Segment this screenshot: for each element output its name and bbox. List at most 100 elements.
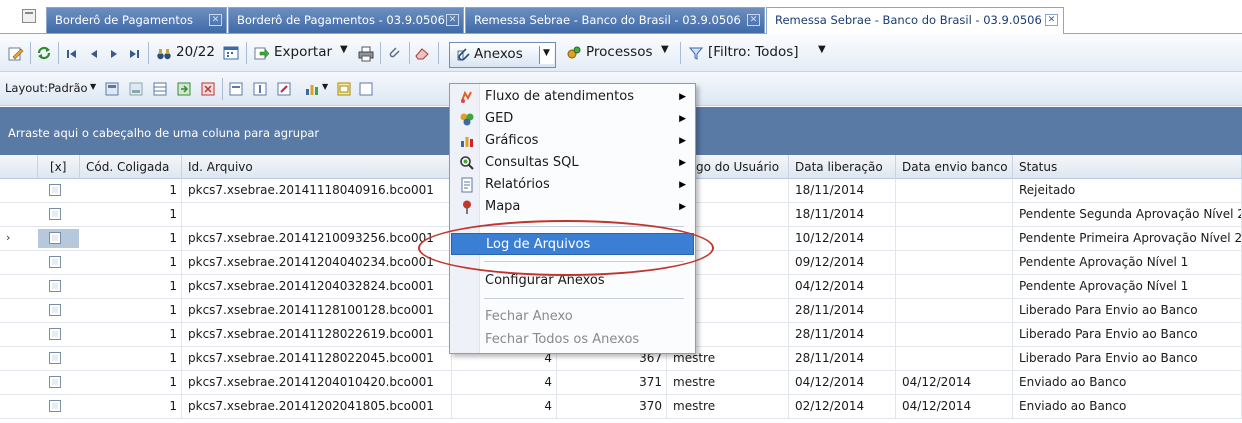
close-icon[interactable]: ✕: [1045, 14, 1058, 26]
cell-data-liberacao[interactable]: 10/12/2014: [789, 227, 896, 251]
print-icon[interactable]: [358, 46, 374, 62]
anexos-dropdown-toggle[interactable]: ▼: [539, 46, 554, 64]
row-select-checkbox[interactable]: [49, 232, 61, 244]
refresh-icon[interactable]: [36, 45, 52, 61]
cell-data-envio[interactable]: 04/12/2014: [896, 395, 1013, 419]
cell-col5[interactable]: 370: [557, 395, 667, 419]
chevron-down-icon[interactable]: ▼: [818, 44, 826, 55]
cell-status[interactable]: Pendente Primeira Aprovação Nível 2: [1013, 227, 1242, 251]
cell-data-liberacao[interactable]: 18/11/2014: [789, 203, 896, 227]
export-arrow-icon[interactable]: [254, 45, 270, 61]
processos-button-label[interactable]: Processos: [586, 44, 653, 60]
cell-coligada[interactable]: 1: [80, 251, 182, 275]
tab-bordero-pagamentos-0309[interactable]: Borderô de Pagamentos - 03.9.0506 ✕: [228, 7, 464, 33]
cell-arquivo[interactable]: pkcs7.xsebrae.20141204040234.bco001: [182, 251, 452, 275]
close-icon[interactable]: ✕: [446, 14, 459, 26]
window-list-icon[interactable]: [22, 9, 36, 23]
cell-coligada[interactable]: 1: [80, 179, 182, 203]
cell-data-envio[interactable]: [896, 275, 1013, 299]
cell-arquivo[interactable]: pkcs7.xsebrae.20141128022045.bco001: [182, 347, 452, 371]
column-header-coligada[interactable]: Cód. Coligada: [80, 155, 182, 179]
cell-data-envio[interactable]: 04/12/2014: [896, 371, 1013, 395]
close-icon[interactable]: ✕: [209, 14, 222, 26]
cell-coligada[interactable]: 1: [80, 323, 182, 347]
tab-remessa-sebrae[interactable]: Remessa Sebrae - Banco do Brasil - 03.9.…: [465, 7, 765, 33]
cell-coligada[interactable]: 1: [80, 347, 182, 371]
cell-status[interactable]: Rejeitado: [1013, 179, 1242, 203]
menu-item-relatorios[interactable]: Relatórios ▶: [451, 174, 694, 196]
cell-coligada[interactable]: 1: [80, 299, 182, 323]
cell-data-liberacao[interactable]: 28/11/2014: [789, 299, 896, 323]
menu-item-ged[interactable]: GED ▶: [451, 108, 694, 130]
layout-load-icon[interactable]: [128, 81, 144, 97]
cell-data-envio[interactable]: [896, 227, 1013, 251]
attach-icon[interactable]: [386, 45, 402, 61]
cell-data-liberacao[interactable]: 28/11/2014: [789, 347, 896, 371]
grid-layout-icon[interactable]: [152, 81, 168, 97]
filter-label[interactable]: [Filtro: Todos]: [708, 44, 799, 60]
first-record-icon[interactable]: [64, 46, 80, 62]
menu-item-graficos[interactable]: Gráficos ▶: [451, 130, 694, 152]
cell-arquivo[interactable]: pkcs7.xsebrae.20141128100128.bco001: [182, 299, 452, 323]
table-row[interactable]: 1 pkcs7.xsebrae.20141204010420.bco001 4 371…: [0, 371, 1242, 395]
menu-item-mapa[interactable]: Mapa ▶: [451, 196, 694, 218]
cell-arquivo[interactable]: [182, 203, 452, 227]
cell-status[interactable]: Pendente Aprovação Nível 1: [1013, 251, 1242, 275]
cell-data-envio[interactable]: [896, 323, 1013, 347]
cell-coligada[interactable]: 1: [80, 227, 182, 251]
cell-status[interactable]: Pendente Segunda Aprovação Nível 2: [1013, 203, 1242, 227]
edit-record-icon[interactable]: [8, 46, 24, 62]
cell-data-liberacao[interactable]: 28/11/2014: [789, 323, 896, 347]
tab-remessa-sebrae-active[interactable]: Remessa Sebrae - Banco do Brasil - 03.9.…: [766, 7, 1064, 34]
table-row[interactable]: 1 pkcs7.xsebrae.20141202041805.bco001 4 370…: [0, 395, 1242, 419]
column-chooser-icon[interactable]: [228, 81, 244, 97]
tab-bordero-pagamentos[interactable]: Borderô de Pagamentos ✕: [46, 7, 227, 33]
anexos-button[interactable]: Anexos ▼: [449, 42, 556, 68]
previous-record-icon[interactable]: [86, 46, 102, 62]
cell-status[interactable]: Pendente Aprovação Nível 1: [1013, 275, 1242, 299]
cell-arquivo[interactable]: pkcs7.xsebrae.20141204010420.bco001: [182, 371, 452, 395]
row-select-checkbox[interactable]: [49, 328, 61, 340]
calendar-grid-icon[interactable]: [223, 45, 239, 61]
cell-arquivo[interactable]: pkcs7.xsebrae.20141210093256.bco001: [182, 227, 452, 251]
edit-layout-icon[interactable]: [276, 81, 292, 97]
cell-data-liberacao[interactable]: 09/12/2014: [789, 251, 896, 275]
cell-data-liberacao[interactable]: 02/12/2014: [789, 395, 896, 419]
cell-data-liberacao[interactable]: 04/12/2014: [789, 275, 896, 299]
row-select-checkbox[interactable]: [49, 256, 61, 268]
bar-chart-icon[interactable]: [304, 81, 320, 97]
view-form-icon[interactable]: [358, 81, 374, 97]
sort-columns-icon[interactable]: [252, 81, 268, 97]
next-record-icon[interactable]: [106, 46, 122, 62]
cell-arquivo[interactable]: pkcs7.xsebrae.20141202041805.bco001: [182, 395, 452, 419]
cell-data-liberacao[interactable]: 04/12/2014: [789, 371, 896, 395]
cell-data-envio[interactable]: [896, 179, 1013, 203]
cell-col4[interactable]: 4: [452, 371, 557, 395]
row-select-checkbox[interactable]: [49, 280, 61, 292]
cell-arquivo[interactable]: pkcs7.xsebrae.20141118040916.bco001: [182, 179, 452, 203]
cell-status[interactable]: Enviado ao Banco: [1013, 395, 1242, 419]
cell-coligada[interactable]: 1: [80, 203, 182, 227]
column-header-status[interactable]: Status: [1013, 155, 1242, 179]
view-grid-icon[interactable]: [336, 81, 352, 97]
cell-coligada[interactable]: 1: [80, 371, 182, 395]
cell-data-envio[interactable]: [896, 347, 1013, 371]
cell-data-envio[interactable]: [896, 299, 1013, 323]
filter-icon[interactable]: [688, 45, 704, 61]
menu-item-consultas-sql[interactable]: Consultas SQL ▶: [451, 152, 694, 174]
chevron-down-icon[interactable]: ▼: [661, 44, 669, 55]
cell-data-liberacao[interactable]: 18/11/2014: [789, 179, 896, 203]
layout-save-icon[interactable]: [104, 81, 120, 97]
eraser-icon[interactable]: [414, 45, 430, 61]
close-icon[interactable]: ✕: [747, 14, 760, 26]
cell-usuario[interactable]: mestre: [667, 395, 789, 419]
cell-coligada[interactable]: 1: [80, 275, 182, 299]
row-select-checkbox[interactable]: [49, 376, 61, 388]
cell-arquivo[interactable]: pkcs7.xsebrae.20141204032824.bco001: [182, 275, 452, 299]
cell-arquivo[interactable]: pkcs7.xsebrae.20141128022619.bco001: [182, 323, 452, 347]
row-select-checkbox[interactable]: [49, 400, 61, 412]
column-header-arquivo[interactable]: Id. Arquivo: [182, 155, 452, 179]
cell-status[interactable]: Liberado Para Envio ao Banco: [1013, 347, 1242, 371]
column-header-envio[interactable]: Data envio banco: [896, 155, 1013, 179]
cell-status[interactable]: Liberado Para Envio ao Banco: [1013, 323, 1242, 347]
